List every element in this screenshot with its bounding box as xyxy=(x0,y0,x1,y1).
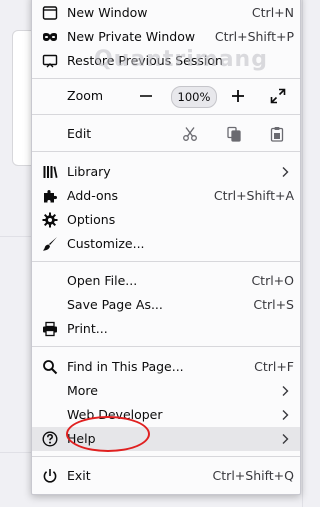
menu-item-print[interactable]: Print... xyxy=(32,317,300,341)
chevron-right-icon xyxy=(282,434,289,444)
search-icon xyxy=(43,360,58,375)
new-window-icon xyxy=(42,6,58,20)
menu-item-options[interactable]: Options xyxy=(32,208,300,232)
menu-item-save-page[interactable]: Save Page As... Ctrl+S xyxy=(32,293,300,317)
menu-item-label: Options xyxy=(67,212,116,227)
annotation-circle xyxy=(66,416,150,452)
menu-separator xyxy=(32,151,300,152)
paste-icon[interactable] xyxy=(269,126,285,142)
shortcut-label: Ctrl+N xyxy=(251,5,294,20)
shortcut-label: Ctrl+F xyxy=(254,359,294,374)
gear-icon xyxy=(42,212,58,228)
help-icon xyxy=(42,431,58,447)
menu-separator xyxy=(32,114,300,115)
background-divider xyxy=(0,452,34,453)
mask-icon xyxy=(43,33,57,41)
menu-separator xyxy=(32,346,300,347)
library-icon xyxy=(43,166,58,178)
chevron-right-icon xyxy=(282,386,289,396)
menu-item-label: Customize... xyxy=(67,236,145,251)
menu-separator xyxy=(32,456,300,457)
shortcut-label: Ctrl+S xyxy=(253,297,294,312)
menu-separator xyxy=(32,261,300,262)
menu-item-label: Library xyxy=(67,164,111,179)
menu-item-new-private-window[interactable]: New Private Window Ctrl+Shift+P xyxy=(32,25,300,49)
shortcut-label: Ctrl+O xyxy=(251,273,294,288)
shortcut-label: Ctrl+Shift+Q xyxy=(212,468,294,483)
zoom-label: Zoom xyxy=(67,88,104,103)
menu-item-customize[interactable]: Customize... xyxy=(32,232,300,256)
menu-item-label: Add-ons xyxy=(67,188,119,203)
background-divider xyxy=(302,0,303,507)
menu-separator xyxy=(32,78,300,79)
shortcut-label: Ctrl+Shift+P xyxy=(214,29,294,44)
menu-item-label: Find in This Page... xyxy=(67,359,184,374)
menu-item-label: New Private Window xyxy=(67,29,196,44)
chevron-right-icon xyxy=(282,410,289,420)
zoom-reset-button[interactable]: 100% xyxy=(171,86,217,108)
menu-item-new-window[interactable]: New Window Ctrl+N xyxy=(32,1,300,25)
cut-icon[interactable] xyxy=(182,126,198,142)
brush-icon xyxy=(43,237,57,251)
menu-item-label: Print... xyxy=(67,321,108,336)
puzzle-icon xyxy=(44,190,57,203)
menu-item-find[interactable]: Find in This Page... Ctrl+F xyxy=(32,355,300,379)
menu-item-addons[interactable]: Add-ons Ctrl+Shift+A xyxy=(32,184,300,208)
printer-icon xyxy=(43,321,57,337)
menu-item-exit[interactable]: Exit Ctrl+Shift+Q xyxy=(32,464,300,488)
app-menu-panel: New Window Ctrl+N New Private Window Ctr… xyxy=(31,0,301,495)
menu-item-edit: Edit xyxy=(32,122,300,146)
fullscreen-icon[interactable] xyxy=(270,88,286,104)
menu-item-open-file[interactable]: Open File... Ctrl+O xyxy=(32,269,300,293)
shortcut-label: Ctrl+Shift+A xyxy=(213,188,294,203)
power-icon xyxy=(43,469,57,483)
watermark: Quantrimang xyxy=(94,47,268,72)
copy-icon[interactable] xyxy=(226,126,242,142)
background-divider xyxy=(0,236,34,237)
menu-item-label: Exit xyxy=(67,468,91,483)
plus-icon[interactable] xyxy=(230,88,246,104)
restore-icon xyxy=(42,54,58,68)
menu-item-label: More xyxy=(67,383,98,398)
menu-item-label: New Window xyxy=(67,5,148,20)
menu-item-label: Open File... xyxy=(67,273,138,288)
menu-item-more[interactable]: More xyxy=(32,379,300,403)
menu-item-zoom: Zoom xyxy=(32,84,300,108)
minus-icon[interactable] xyxy=(138,88,154,104)
menu-item-label: Save Page As... xyxy=(67,297,163,312)
chevron-right-icon xyxy=(282,167,289,177)
menu-item-library[interactable]: Library xyxy=(32,160,300,184)
edit-label: Edit xyxy=(67,126,92,141)
